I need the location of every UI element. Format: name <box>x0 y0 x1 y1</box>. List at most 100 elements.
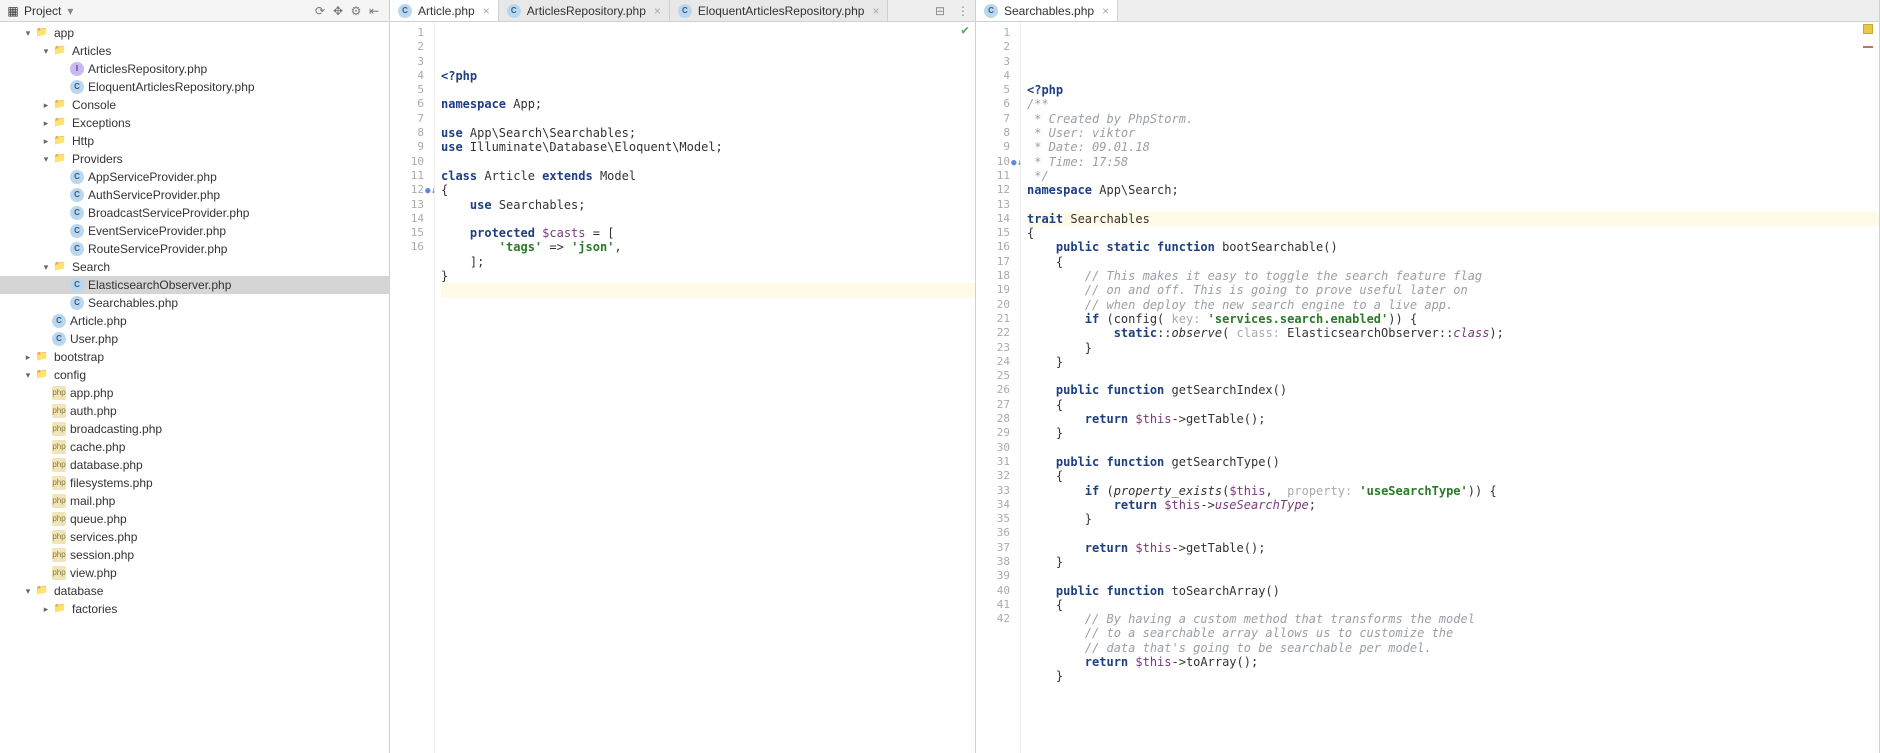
code-right[interactable]: <?php/** * Created by PhpStorm. * User: … <box>1021 22 1879 753</box>
close-icon[interactable]: × <box>483 4 490 18</box>
tree-item[interactable]: ▾📁Articles <box>0 42 389 60</box>
tree-item[interactable]: CArticle.php <box>0 312 389 330</box>
tree-item[interactable]: phpdatabase.php <box>0 456 389 474</box>
code-line[interactable]: <?php <box>1027 83 1879 97</box>
tree-item[interactable]: CUser.php <box>0 330 389 348</box>
code-line[interactable]: { <box>441 183 975 197</box>
code-line[interactable]: namespace App; <box>441 97 975 111</box>
code-line[interactable] <box>441 283 975 297</box>
refresh-icon[interactable]: ⟳ <box>311 4 329 18</box>
split-icon[interactable]: ⊟ <box>929 0 951 21</box>
code-line[interactable]: */ <box>1027 169 1879 183</box>
tree-item[interactable]: phpview.php <box>0 564 389 582</box>
tree-item[interactable]: ▸📁Console <box>0 96 389 114</box>
code-line[interactable]: class Article extends Model <box>441 169 975 183</box>
code-line[interactable]: ]; <box>441 255 975 269</box>
tree-item[interactable]: phpfilesystems.php <box>0 474 389 492</box>
tree-arrow[interactable]: ▾ <box>40 258 52 276</box>
code-line[interactable]: use App\Search\Searchables; <box>441 126 975 140</box>
tree-arrow[interactable]: ▾ <box>40 42 52 60</box>
code-line[interactable] <box>441 83 975 97</box>
tree-arrow[interactable]: ▸ <box>40 96 52 114</box>
code-line[interactable]: // data that's going to be searchable pe… <box>1027 641 1879 655</box>
code-line[interactable]: // on and off. This is going to prove us… <box>1027 283 1879 297</box>
tree-arrow[interactable]: ▾ <box>22 24 34 42</box>
chevron-down-icon[interactable]: ▾ <box>67 4 73 18</box>
tree-arrow[interactable]: ▾ <box>40 150 52 168</box>
tree-item[interactable]: phpservices.php <box>0 528 389 546</box>
code-line[interactable]: 'tags' => 'json', <box>441 240 975 254</box>
tree-item[interactable]: ▾📁app <box>0 24 389 42</box>
tree-item[interactable]: CEloquentArticlesRepository.php <box>0 78 389 96</box>
code-line[interactable]: public function getSearchType() <box>1027 455 1879 469</box>
tree-item[interactable]: phpauth.php <box>0 402 389 420</box>
tree-item[interactable]: CSearchables.php <box>0 294 389 312</box>
code-line[interactable]: /** <box>1027 97 1879 111</box>
code-line[interactable]: // when deploy the new search engine to … <box>1027 298 1879 312</box>
tree-item[interactable]: IArticlesRepository.php <box>0 60 389 78</box>
code-line[interactable] <box>1027 526 1879 540</box>
code-line[interactable] <box>441 212 975 226</box>
tree-item[interactable]: CRouteServiceProvider.php <box>0 240 389 258</box>
tree-item[interactable]: ▸📁factories <box>0 600 389 618</box>
tree-arrow[interactable]: ▸ <box>40 132 52 150</box>
tree-arrow[interactable]: ▸ <box>40 600 52 618</box>
code-line[interactable]: { <box>1027 255 1879 269</box>
locate-icon[interactable]: ✥ <box>329 4 347 18</box>
tree-item[interactable]: phpsession.php <box>0 546 389 564</box>
tree-arrow[interactable]: ▾ <box>22 582 34 600</box>
tree-item[interactable]: ▸📁Exceptions <box>0 114 389 132</box>
code-line[interactable]: public function getSearchIndex() <box>1027 383 1879 397</box>
code-line[interactable]: } <box>1027 426 1879 440</box>
code-line[interactable] <box>1027 441 1879 455</box>
code-line[interactable]: return $this->toArray(); <box>1027 655 1879 669</box>
tree-arrow[interactable]: ▸ <box>22 348 34 366</box>
editor-tab[interactable]: CSearchables.php× <box>976 0 1118 21</box>
code-line[interactable]: <?php <box>441 69 975 83</box>
code-line[interactable]: static::observe( class: ElasticsearchObs… <box>1027 326 1879 340</box>
code-line[interactable]: { <box>1027 226 1879 240</box>
tree-item[interactable]: phpqueue.php <box>0 510 389 528</box>
tree-item[interactable]: CElasticsearchObserver.php <box>0 276 389 294</box>
tree-item[interactable]: ▾📁database <box>0 582 389 600</box>
tree-item[interactable]: CEventServiceProvider.php <box>0 222 389 240</box>
tree-item[interactable]: CAuthServiceProvider.php <box>0 186 389 204</box>
code-line[interactable] <box>441 112 975 126</box>
more-icon[interactable]: ⋮ <box>951 0 975 21</box>
tree-item[interactable]: CBroadcastServiceProvider.php <box>0 204 389 222</box>
code-line[interactable] <box>1027 369 1879 383</box>
tree-item[interactable]: ▾📁Providers <box>0 150 389 168</box>
code-line[interactable]: public static function bootSearchable() <box>1027 240 1879 254</box>
code-line[interactable]: // By having a custom method that transf… <box>1027 612 1879 626</box>
code-left[interactable]: ✔ <?php namespace App; use App\Search\Se… <box>435 22 975 753</box>
close-icon[interactable]: × <box>654 4 661 18</box>
code-line[interactable]: } <box>1027 555 1879 569</box>
code-line[interactable]: // to a searchable array allows us to cu… <box>1027 626 1879 640</box>
code-line[interactable]: protected $casts = [ <box>441 226 975 240</box>
code-line[interactable]: } <box>441 269 975 283</box>
code-line[interactable]: // This makes it easy to toggle the sear… <box>1027 269 1879 283</box>
code-line[interactable]: { <box>1027 598 1879 612</box>
gear-icon[interactable]: ⚙ <box>347 4 365 18</box>
code-line[interactable] <box>1027 198 1879 212</box>
code-line[interactable]: public function toSearchArray() <box>1027 584 1879 598</box>
tree-item[interactable]: phpbroadcasting.php <box>0 420 389 438</box>
tree-arrow[interactable]: ▾ <box>22 366 34 384</box>
code-line[interactable]: } <box>1027 355 1879 369</box>
tree-item[interactable]: phpmail.php <box>0 492 389 510</box>
code-line[interactable]: namespace App\Search; <box>1027 183 1879 197</box>
code-line[interactable]: } <box>1027 669 1879 683</box>
tree-item[interactable]: phpapp.php <box>0 384 389 402</box>
tree-item[interactable]: phpcache.php <box>0 438 389 456</box>
close-icon[interactable]: × <box>1102 4 1109 18</box>
code-line[interactable]: use Illuminate\Database\Eloquent\Model; <box>441 140 975 154</box>
hide-icon[interactable]: ⇤ <box>365 4 383 18</box>
code-line[interactable]: return $this->getTable(); <box>1027 412 1879 426</box>
code-line[interactable]: use Searchables; <box>441 198 975 212</box>
code-line[interactable]: return $this->getTable(); <box>1027 541 1879 555</box>
code-line[interactable]: return $this->useSearchType; <box>1027 498 1879 512</box>
code-line[interactable]: { <box>1027 398 1879 412</box>
tree-item[interactable]: ▾📁config <box>0 366 389 384</box>
code-line[interactable] <box>1027 569 1879 583</box>
tree-item[interactable]: ▸📁bootstrap <box>0 348 389 366</box>
